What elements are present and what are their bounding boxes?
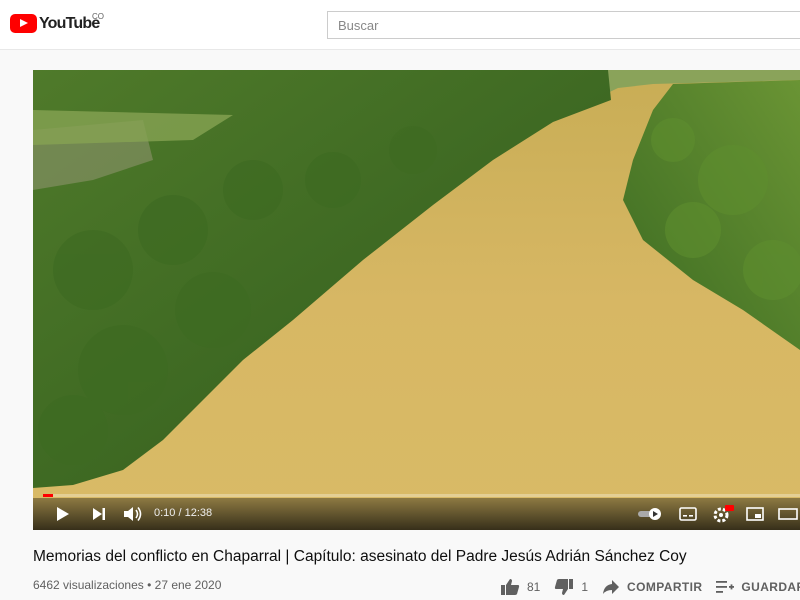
share-label: COMPARTIR [627,580,703,594]
progress-bar[interactable] [43,494,800,497]
autoplay-toggle-icon[interactable] [637,504,663,524]
region-code: CO [92,12,104,21]
youtube-logo[interactable]: YouTube [10,14,100,33]
like-button[interactable]: 81 [500,578,540,596]
like-icon [501,579,520,595]
play-icon[interactable] [53,504,73,524]
dislike-count: 1 [581,580,589,594]
subtitles-icon[interactable] [678,504,698,524]
top-bar: YouTube CO [0,0,800,50]
miniplayer-icon[interactable] [745,504,765,524]
progress-bar-fill [43,494,53,497]
save-label: GUARDAR [741,580,800,594]
dislike-button[interactable]: 1 [554,578,588,596]
settings-icon[interactable] [712,504,734,524]
share-icon [603,580,620,594]
time-display: 0:10 / 12:38 [154,507,213,519]
share-button[interactable]: COMPARTIR [602,579,702,595]
save-button[interactable]: GUARDAR [716,580,800,594]
video-meta: 6462 visualizaciones • 27 ene 2020 [33,578,221,592]
like-count: 81 [527,580,541,594]
video-title: Memorias del conflicto en Chaparral | Ca… [33,548,687,565]
youtube-logo-icon [10,14,37,33]
logo-text: YouTube [39,14,100,32]
dislike-icon [555,579,574,595]
volume-icon[interactable] [122,504,144,524]
video-player[interactable]: 0:10 / 12:38 [33,70,800,530]
theater-icon[interactable] [778,504,798,524]
search-input[interactable] [327,11,800,39]
video-actions: 81 1 COMPARTIR GUARDAR [500,576,800,598]
meta-separator: • [147,578,155,592]
view-count: 6462 visualizaciones [33,578,144,592]
player-controls: 0:10 / 12:38 [33,498,800,530]
next-icon[interactable] [89,504,109,524]
save-icon [716,581,735,593]
upload-date: 27 ene 2020 [154,578,222,592]
video-frame [33,70,800,530]
